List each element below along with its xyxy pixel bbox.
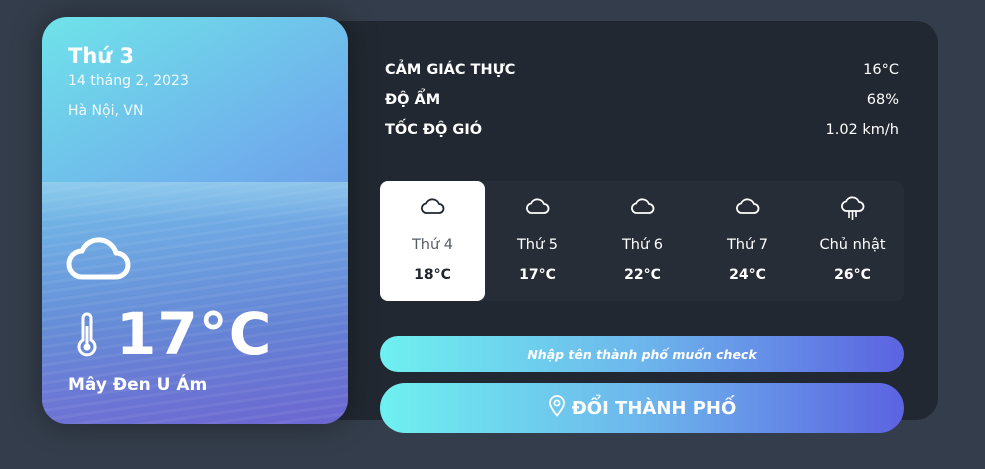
forecast-day-temp: 26°C	[834, 267, 871, 283]
cloud-icon	[66, 231, 132, 287]
change-city-label: ĐỔI THÀNH PHỐ	[571, 397, 737, 419]
forecast-day-name: Thứ 5	[516, 237, 559, 253]
forecast-day-temp: 22°C	[624, 267, 661, 283]
forecast-day-name: Chủ nhật	[819, 237, 886, 253]
cloud-rain-icon	[840, 196, 865, 226]
map-pin-icon	[548, 394, 566, 422]
stat-value: 1.02 km/h	[825, 122, 900, 138]
stat-label: CẢM GIÁC THỰC	[385, 62, 516, 78]
forecast-day-temp: 24°C	[729, 267, 766, 283]
forecast-day[interactable]: Chủ nhật 26°C	[800, 181, 905, 301]
cloud-icon	[735, 196, 760, 220]
stat-label: TỐC ĐỘ GIÓ	[385, 122, 483, 138]
cloud-icon	[525, 196, 550, 220]
forecast-day-temp: 17°C	[519, 267, 556, 283]
forecast-strip: Thứ 4 18°C Thứ 5 17°C Thứ 6 22°C Thứ 7 2…	[380, 181, 904, 301]
forecast-day-temp: 18°C	[414, 267, 451, 283]
thermometer-icon	[76, 312, 98, 362]
current-location: Hà Nội, VN	[68, 103, 144, 119]
weather-description: Mây Đen U Ám	[68, 375, 208, 395]
forecast-day-name: Thứ 7	[726, 237, 769, 253]
forecast-day[interactable]: Thứ 6 22°C	[590, 181, 695, 301]
forecast-day[interactable]: Thứ 5 17°C	[485, 181, 590, 301]
city-search-input[interactable]	[380, 336, 904, 372]
forecast-day-name: Thứ 4	[411, 237, 454, 253]
stat-value: 16°C	[863, 62, 899, 78]
current-weekday: Thứ 3	[68, 44, 135, 68]
cloud-icon	[630, 196, 655, 220]
current-date: 14 tháng 2, 2023	[68, 73, 189, 89]
stat-value: 68%	[866, 92, 899, 108]
stat-label: ĐỘ ẨM	[385, 92, 441, 108]
current-weather-card: Thứ 3 14 tháng 2, 2023 Hà Nội, VN 17°C M…	[42, 17, 348, 424]
current-temperature: 17°C	[116, 300, 273, 368]
forecast-day-name: Thứ 6	[621, 237, 664, 253]
stat-row-wind-speed: TỐC ĐỘ GIÓ 1.02 km/h	[385, 122, 899, 144]
forecast-day[interactable]: Thứ 7 24°C	[695, 181, 800, 301]
stat-row-feels-like: CẢM GIÁC THỰC 16°C	[385, 62, 899, 84]
change-city-button[interactable]: ĐỔI THÀNH PHỐ	[380, 383, 904, 433]
cloud-icon	[420, 196, 445, 220]
forecast-day[interactable]: Thứ 4 18°C	[380, 181, 485, 301]
stat-row-humidity: ĐỘ ẨM 68%	[385, 92, 899, 114]
